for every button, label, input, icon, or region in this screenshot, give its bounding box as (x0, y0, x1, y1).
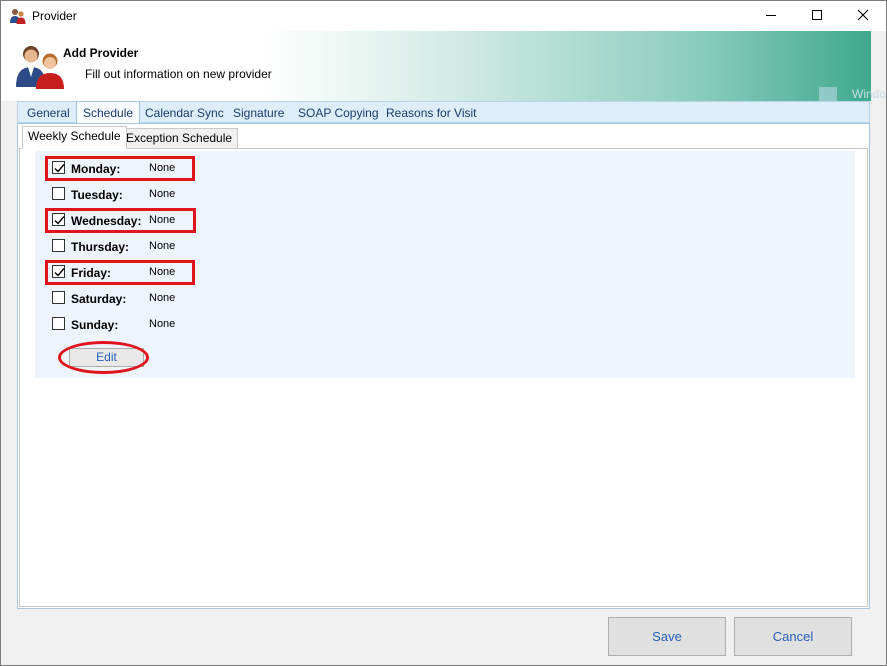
tab-reasons-for-visit[interactable]: Reasons for Visit (384, 102, 479, 124)
main-tab-strip: General Schedule Calendar Sync Signature… (17, 101, 870, 125)
tab-calendar-sync[interactable]: Calendar Sync (143, 102, 226, 124)
subtab-exception-schedule[interactable]: Exception Schedule (120, 128, 239, 149)
window-title: Provider (32, 9, 77, 23)
friday-label: Friday: (71, 266, 112, 280)
minimize-icon (765, 9, 777, 24)
checkmark-icon (54, 164, 65, 173)
friday-checkbox[interactable] (52, 265, 65, 278)
minimize-button[interactable] (748, 1, 794, 31)
checkmark-icon (54, 268, 65, 277)
schedule-area: Monday: None Tuesday: None Wednesday: No… (35, 151, 855, 378)
provider-people-icon (14, 43, 66, 89)
header-subtitle: Fill out information on new provider (85, 67, 272, 81)
wednesday-checkbox[interactable] (52, 213, 65, 226)
close-icon (857, 9, 869, 24)
sunday-label: Sunday: (71, 318, 119, 332)
edit-button[interactable]: Edit (69, 348, 144, 367)
thursday-checkbox[interactable] (52, 239, 65, 252)
header-banner: Add Provider Fill out information on new… (1, 31, 886, 105)
monday-label: Monday: (71, 162, 121, 176)
tab-soap-copying[interactable]: SOAP Copying (296, 102, 381, 124)
saturday-checkbox[interactable] (52, 291, 65, 304)
subtab-weekly-schedule[interactable]: Weekly Schedule (22, 126, 127, 149)
thursday-label: Thursday: (71, 240, 130, 254)
friday-value: None (149, 266, 176, 278)
tab-general[interactable]: General (25, 102, 72, 124)
tab-signature[interactable]: Signature (231, 102, 286, 124)
weekly-schedule-panel: Monday: None Tuesday: None Wednesday: No… (19, 148, 868, 607)
sunday-checkbox[interactable] (52, 317, 65, 330)
monday-checkbox[interactable] (52, 161, 65, 174)
saturday-label: Saturday: (71, 292, 127, 306)
schedule-tab-panel: Weekly Schedule Exception Schedule Monda… (17, 123, 870, 609)
wednesday-label: Wednesday: (71, 214, 142, 228)
saturday-value: None (149, 292, 176, 304)
maximize-icon (811, 9, 823, 24)
tab-schedule[interactable]: Schedule (76, 101, 141, 125)
title-bar[interactable]: Provider (1, 1, 886, 31)
monday-value: None (149, 162, 176, 174)
maximize-button[interactable] (794, 1, 840, 31)
provider-window: Provider Add Provider Fill out informati… (0, 0, 887, 666)
thursday-value: None (149, 240, 176, 252)
save-button[interactable]: Save (608, 617, 726, 656)
sunday-value: None (149, 318, 176, 330)
provider-people-icon (9, 8, 26, 25)
tuesday-label: Tuesday: (71, 188, 123, 202)
header-title: Add Provider (63, 46, 139, 60)
wednesday-value: None (149, 214, 176, 226)
tuesday-value: None (149, 188, 176, 200)
cancel-button[interactable]: Cancel (734, 617, 852, 656)
checkmark-icon (54, 216, 65, 225)
close-button[interactable] (840, 1, 886, 31)
tuesday-checkbox[interactable] (52, 187, 65, 200)
